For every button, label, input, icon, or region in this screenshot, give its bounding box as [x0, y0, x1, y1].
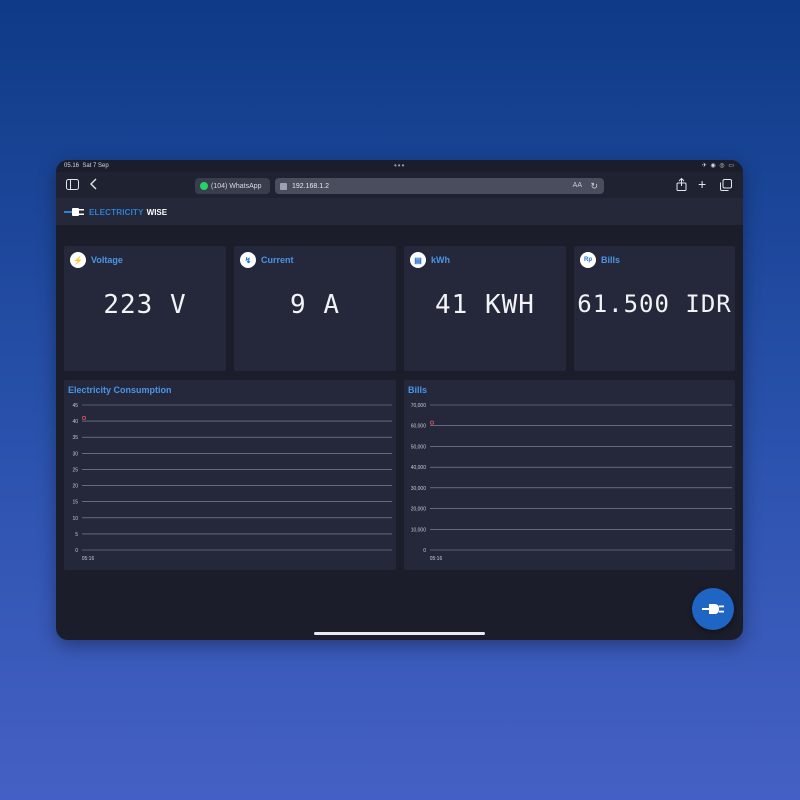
tab-label: (104) WhatsApp [211, 182, 262, 190]
current-icon: ↯ [240, 252, 256, 268]
y-tick-label: 50,000 [411, 444, 427, 450]
data-point [429, 420, 434, 425]
y-tick-label: 25 [72, 467, 78, 473]
app-logo[interactable]: ELECTRICITY WISE [64, 206, 167, 218]
y-tick-label: 20 [72, 484, 78, 490]
voltage-label: Voltage [91, 255, 123, 265]
tabs-overview-icon[interactable] [720, 179, 732, 193]
status-time: 05.16 Sat 7 Sep [64, 163, 109, 169]
y-tick-label: 30,000 [411, 486, 427, 492]
tablet-screen: 05.16 Sat 7 Sep ••• ✈ ◉ ◎ ▭ (104) WhatsA… [56, 160, 743, 640]
bolt-icon: ⚡ [70, 252, 86, 268]
voltage-card-title: ⚡ Voltage [70, 252, 123, 268]
current-card: ↯ Current 9 A [234, 246, 396, 371]
bills-chart: 0 10,000 20,000 30,000 40,000 50,000 60,000 70,… [411, 403, 732, 562]
voltage-card: ⚡ Voltage 223 V [64, 246, 226, 371]
brand-wise: WISE [146, 207, 168, 217]
y-tick-label: 40,000 [411, 465, 427, 471]
site-icon [280, 182, 287, 190]
y-tick-label: 0 [423, 548, 426, 554]
y-tick-label: 30 [72, 451, 78, 457]
y-tick-label: 40 [72, 419, 78, 425]
url-text: 192.168.1.2 [292, 182, 329, 190]
multitask-dots-icon[interactable]: ••• [394, 161, 405, 170]
home-indicator[interactable] [314, 632, 485, 635]
kwh-card: ▤ kWh 41 KWH [404, 246, 566, 371]
y-tick-label: 20,000 [411, 507, 427, 513]
current-card-title: ↯ Current [240, 252, 294, 268]
y-tick-label: 10 [72, 516, 78, 522]
reload-icon[interactable]: ↻ [590, 181, 598, 192]
y-tick-label: 45 [72, 403, 78, 409]
sidebar-icon[interactable] [66, 179, 79, 192]
plug-action-button[interactable] [692, 588, 734, 630]
bills-label: Bills [601, 255, 621, 265]
y-tick-label: 10,000 [411, 527, 427, 533]
y-tick-label: 60,000 [411, 424, 427, 430]
current-label: Current [261, 255, 294, 265]
meter-icon: ▤ [410, 252, 426, 268]
bills-card: Rp Bills 61.500 IDR [574, 246, 735, 371]
bills-chart-card: Bills 0 10,000 20,000 30,000 40,000 50,000 60,… [404, 380, 735, 570]
reader-aa-button[interactable]: AA [573, 182, 582, 189]
new-tab-icon[interactable]: + [698, 177, 706, 191]
status-icons: ✈ ◉ ◎ ▭ [701, 163, 735, 169]
x-tick-label: 05:16 [430, 556, 443, 562]
y-tick-label: 35 [72, 435, 78, 441]
current-value: 9 A [290, 290, 340, 320]
y-tick-label: 0 [75, 548, 78, 554]
data-point [81, 415, 86, 420]
x-tick-label: 05:16 [82, 556, 95, 562]
voltage-value: 223 V [103, 290, 187, 320]
browser-toolbar: (104) WhatsApp 192.168.1.2 AA ↻ + [56, 172, 743, 198]
kwh-value: 41 KWH [435, 290, 535, 320]
kwh-label: kWh [431, 255, 450, 265]
rupiah-icon: Rp [580, 252, 596, 268]
back-icon[interactable] [90, 178, 98, 192]
y-tick-label: 15 [72, 500, 78, 506]
bills-value: 61.500 IDR [577, 290, 732, 318]
plug-logo-icon [64, 208, 84, 216]
consumption-chart: 0 5 10 15 20 25 30 35 40 45 05:16 [72, 403, 392, 562]
whatsapp-icon [200, 182, 208, 190]
status-bar: 05.16 Sat 7 Sep ••• ✈ ◉ ◎ ▭ [56, 160, 743, 172]
kwh-card-title: ▤ kWh [410, 252, 450, 268]
bills-card-title: Rp Bills [580, 252, 620, 268]
share-icon[interactable] [676, 177, 687, 193]
y-tick-label: 70,000 [411, 403, 427, 409]
app-header: ELECTRICITY WISE [56, 198, 743, 226]
whatsapp-tab[interactable]: (104) WhatsApp [195, 178, 270, 194]
brand-electricity: ELECTRICITY [89, 207, 144, 217]
plug-icon [702, 604, 724, 614]
y-tick-label: 5 [75, 532, 78, 538]
consumption-chart-card: Electricity Consumption 0 5 10 15 20 25 30 35 40… [64, 380, 396, 570]
address-bar[interactable]: 192.168.1.2 AA ↻ [275, 178, 604, 194]
